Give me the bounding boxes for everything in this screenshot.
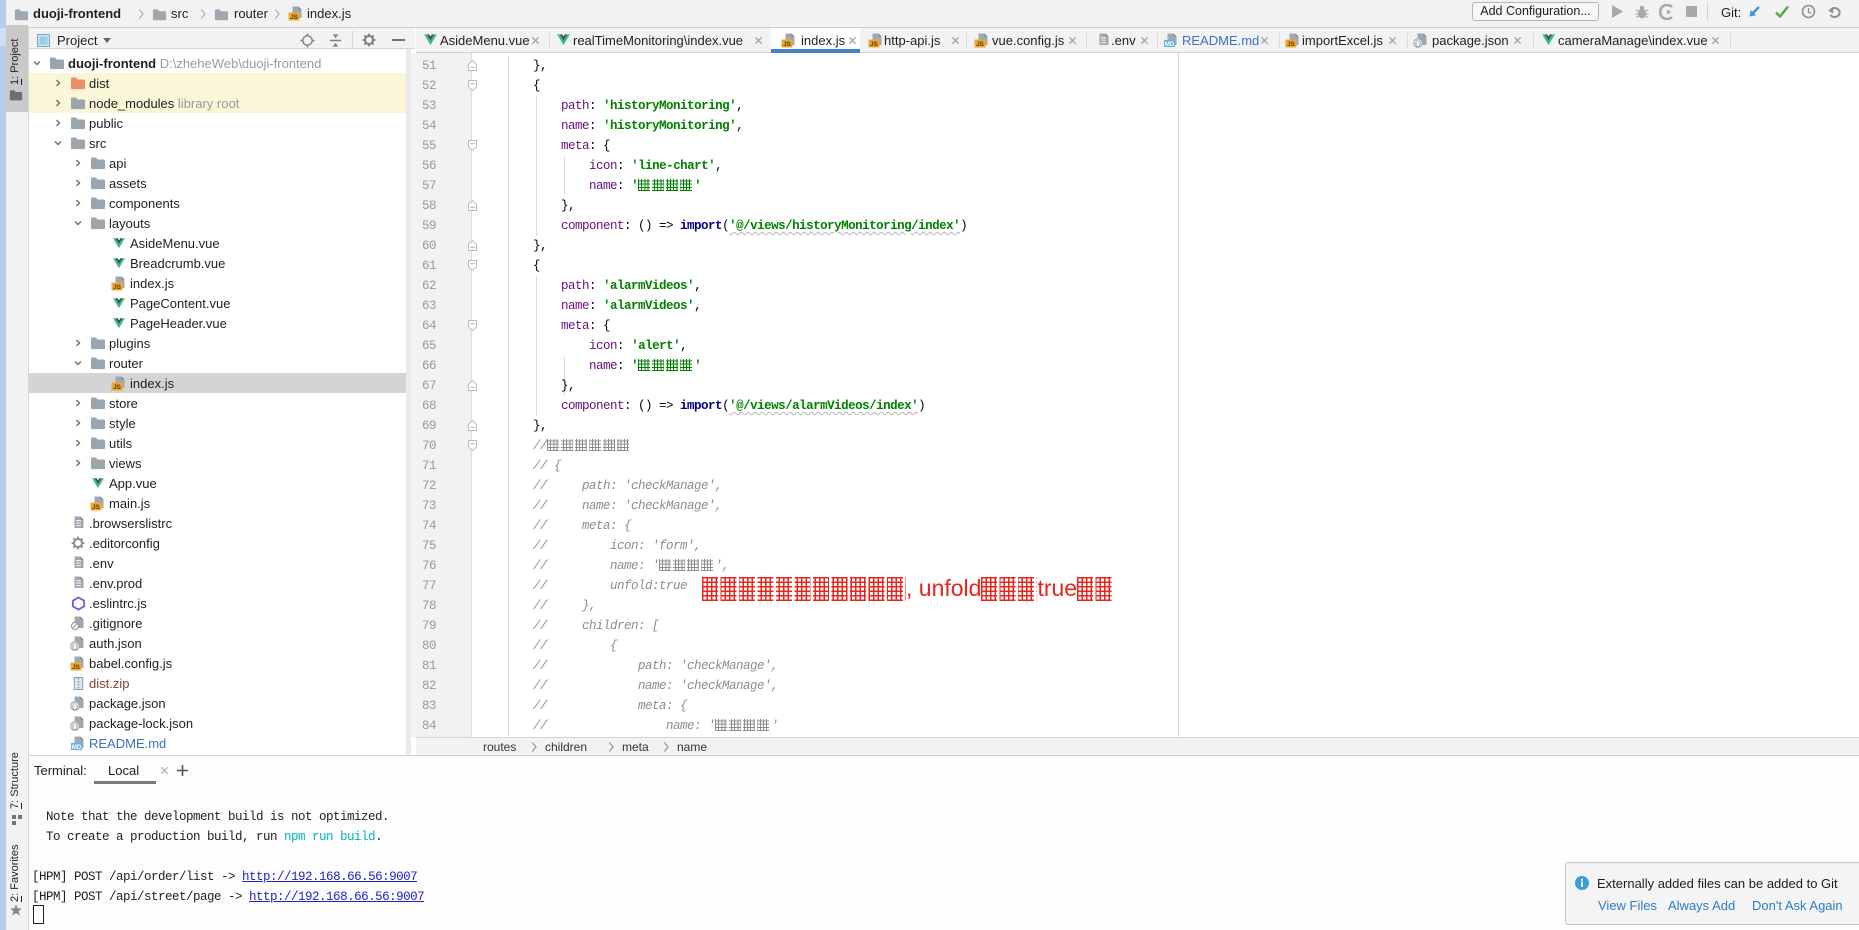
svg-text:JS: JS xyxy=(72,664,81,671)
svg-text:JS: JS xyxy=(290,14,299,21)
svg-text:JS: JS xyxy=(113,384,122,391)
svg-text:MD: MD xyxy=(1165,42,1175,48)
svg-text:{}: {} xyxy=(71,723,78,730)
svg-text:JS: JS xyxy=(976,41,985,48)
svg-text:JS: JS xyxy=(870,41,879,48)
svg-text:MD: MD xyxy=(72,745,82,751)
svg-text:JS: JS xyxy=(113,284,122,291)
svg-text:JS: JS xyxy=(783,41,792,48)
svg-text:JS: JS xyxy=(1287,41,1296,48)
svg-text:{}: {} xyxy=(71,703,78,710)
svg-text:JS: JS xyxy=(92,504,101,511)
svg-text:{}: {} xyxy=(71,643,78,650)
svg-text:{}: {} xyxy=(1414,40,1421,47)
